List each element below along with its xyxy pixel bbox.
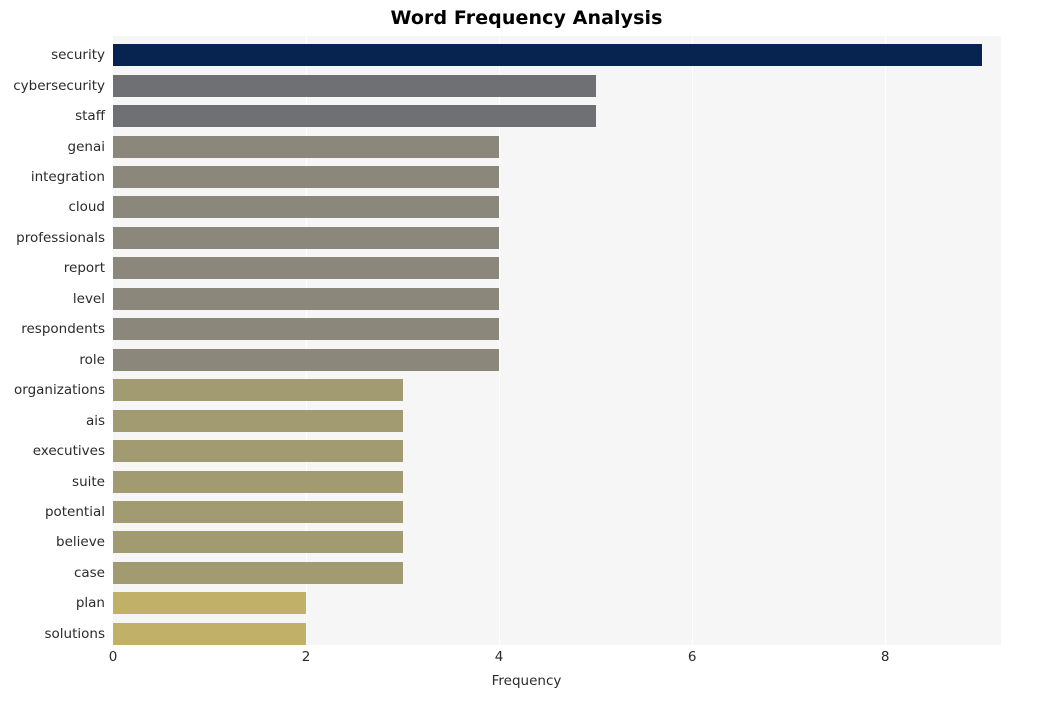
y-tick-label: cybersecurity (13, 77, 105, 94)
y-axis-labels: security cybersecurity staff genai integrati… (0, 36, 105, 645)
bar[interactable] (113, 440, 403, 463)
bar[interactable] (113, 257, 500, 280)
y-tick-label: believe (56, 534, 105, 551)
y-tick-label: integration (30, 169, 105, 186)
y-tick-label: respondents (21, 321, 105, 338)
bar[interactable] (113, 500, 403, 523)
bar[interactable] (113, 409, 403, 432)
x-tick-label: 6 (687, 649, 697, 665)
bar[interactable] (113, 74, 596, 97)
y-tick-label: cloud (68, 199, 105, 216)
bar[interactable] (113, 348, 500, 371)
bar[interactable] (113, 622, 307, 645)
chart-title: Word Frequency Analysis (390, 7, 663, 29)
y-tick-label: role (79, 351, 105, 368)
bars-layer (113, 36, 1001, 645)
bar[interactable] (113, 592, 307, 615)
x-tick-label: 2 (301, 649, 311, 665)
bar[interactable] (113, 561, 403, 584)
y-tick-label: organizations (14, 382, 105, 399)
plot-area (113, 36, 1001, 645)
bar[interactable] (113, 226, 500, 249)
bar[interactable] (113, 105, 596, 128)
y-tick-label: report (63, 260, 105, 277)
y-tick-label: ais (85, 412, 105, 429)
y-tick-label: potential (44, 503, 105, 520)
x-axis-title: Frequency (491, 673, 562, 689)
bar[interactable] (113, 166, 500, 189)
word-frequency-chart: Word Frequency Analysis security cybersec… (0, 0, 1053, 701)
y-tick-label: executives (32, 443, 105, 460)
x-axis-ticks: 0 2 4 6 8 (109, 645, 1001, 671)
bar[interactable] (113, 44, 982, 67)
bar[interactable] (113, 196, 500, 219)
y-tick-label: security (51, 47, 105, 64)
bar[interactable] (113, 470, 403, 493)
x-tick-label: 0 (108, 649, 118, 665)
y-tick-label: plan (75, 595, 105, 612)
y-tick-label: genai (67, 138, 105, 155)
x-tick-label: 4 (494, 649, 504, 665)
bar[interactable] (113, 287, 500, 310)
x-tick-label: 8 (880, 649, 890, 665)
bar[interactable] (113, 135, 500, 158)
bar[interactable] (113, 318, 500, 341)
y-tick-label: suite (72, 473, 105, 490)
y-tick-label: level (72, 290, 105, 307)
bar[interactable] (113, 531, 403, 554)
y-tick-label: professionals (16, 229, 105, 246)
y-tick-label: case (73, 564, 105, 581)
y-tick-label: staff (75, 108, 105, 125)
y-tick-label: solutions (44, 625, 106, 642)
bar[interactable] (113, 379, 403, 402)
